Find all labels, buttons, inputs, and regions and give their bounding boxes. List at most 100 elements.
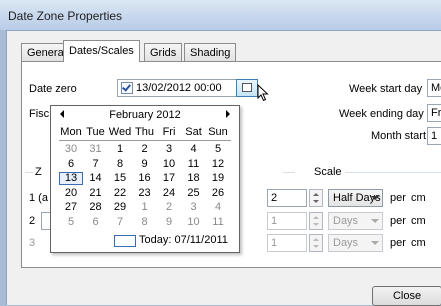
row-2-unit-combo[interactable]: Days [328,212,383,230]
week-start-field[interactable]: Mo [427,79,441,97]
calendar-day[interactable]: 17 [157,172,181,185]
calendar-day[interactable]: 14 [84,172,108,185]
row-1-cm: cm [411,192,426,204]
row-1-spin-field[interactable]: 2 [267,189,307,207]
calendar-day[interactable]: 9 [133,158,157,171]
calendar-day[interactable]: 10 [182,216,206,229]
calendar-day[interactable]: 5 [206,143,230,156]
weekday-label: Thu [135,126,154,138]
calendar-day[interactable]: 13 [59,172,83,185]
row-1-unit-combo[interactable]: Half Days [328,189,383,207]
today-marker [114,235,136,247]
week-end-value: Fri [431,107,441,119]
date-zero-checkbox[interactable] [121,82,133,94]
calendar-dropdown-button[interactable] [236,79,258,97]
row-3-unit-combo[interactable]: Days [328,234,383,252]
calendar-day[interactable]: 21 [84,187,108,200]
row-1-spinner[interactable] [309,189,323,207]
calendar-day[interactable]: 10 [157,158,181,171]
zone-group-label: Z [35,166,42,178]
zone-group-line [25,172,33,173]
calendar-divider [59,140,231,141]
row-3-per: per [390,237,406,249]
calendar-day[interactable]: 25 [182,187,206,200]
row-2-spinner[interactable] [309,212,323,230]
window-title: Date Zone Properties [8,9,123,23]
dropdown-arrow-icon [371,219,379,223]
calendar-day[interactable]: 9 [157,216,181,229]
row-3-spinner[interactable] [309,234,323,252]
spin-down-icon [313,200,319,203]
calendar-day[interactable]: 2 [157,201,181,214]
calendar-day[interactable]: 23 [133,187,157,200]
calendar-day[interactable]: 24 [157,187,181,200]
calendar-day[interactable]: 8 [133,216,157,229]
tab-shading[interactable]: Shading [184,43,237,61]
date-zero-field[interactable]: 13/02/2012 00:00 [117,79,242,97]
calendar-day[interactable]: 3 [182,201,206,214]
today-link[interactable]: Today: 07/11/2011 [139,234,228,246]
calendar-day[interactable]: 16 [133,172,157,185]
calendar-day[interactable]: 1 [108,143,132,156]
scale-group-label: Scale [314,166,342,178]
month-start-value: 1 [431,130,438,142]
tab-grids[interactable]: Grids [144,43,183,61]
calendar-day[interactable]: 22 [108,187,132,200]
dropdown-arrow-icon [371,241,379,245]
date-zero-value: 13/02/2012 00:00 [136,82,222,94]
calendar-day[interactable]: 11 [182,158,206,171]
calendar-day[interactable]: 7 [84,158,108,171]
chevron-right-icon[interactable] [226,110,230,118]
week-start-label: Week start day [349,83,423,95]
fiscal-label: Fisc [29,108,50,120]
scale-group-line-right [345,172,441,173]
calendar-day[interactable]: 11 [206,216,230,229]
calendar-popup: February 2012 Mon Tue Wed Thu Fri Sat Sun 30 31… [50,105,240,253]
calendar-day[interactable]: 3 [157,143,181,156]
calendar-day[interactable]: 18 [182,172,206,185]
tab-dates-scales[interactable]: Dates/Scales [63,40,140,62]
calendar-month-title[interactable]: February 2012 [51,109,239,121]
calendar-day[interactable]: 26 [206,187,230,200]
checkmark-icon [122,82,131,92]
calendar-day[interactable]: 1 [133,201,157,214]
calendar-day[interactable]: 19 [206,172,230,185]
row-3-unit-value: Days [333,237,359,249]
calendar-day[interactable]: 4 [206,201,230,214]
calendar-day[interactable]: 29 [108,201,132,214]
calendar-icon [242,83,252,92]
calendar-day[interactable]: 7 [108,216,132,229]
calendar-day[interactable]: 5 [59,216,83,229]
close-button[interactable]: Close [372,286,441,306]
calendar-day[interactable]: 6 [59,158,83,171]
date-zero-label: Date zero [29,83,77,95]
row-3-spin-field[interactable]: 1 [267,234,307,252]
weekday-label: Fri [162,126,176,138]
row-2-cm: cm [411,215,426,227]
row-2-spin-field[interactable]: 1 [267,212,307,230]
dropdown-arrow-icon [371,196,379,200]
row-2-spin-value: 1 [271,215,278,227]
calendar-day[interactable]: 6 [84,216,108,229]
calendar-day[interactable]: 20 [59,187,83,200]
weekday-label: Mon [60,126,82,138]
calendar-day[interactable]: 27 [59,201,83,214]
spin-up-icon [313,238,319,241]
title-bar[interactable]: Date Zone Properties [0,0,441,30]
month-start-field[interactable]: 1 [427,127,441,145]
calendar-day[interactable]: 4 [182,143,206,156]
row-2-unit-value: Days [333,215,359,227]
calendar-day[interactable]: 2 [133,143,157,156]
spin-up-icon [313,216,319,219]
row-1-per: per [390,192,406,204]
calendar-day[interactable]: 15 [108,172,132,185]
calendar-day[interactable]: 28 [84,201,108,214]
row-3-spin-value: 1 [271,237,278,249]
calendar-day[interactable]: 31 [84,143,108,156]
week-end-field[interactable]: Fri [427,104,441,122]
spin-down-icon [313,245,319,248]
calendar-day[interactable]: 8 [108,158,132,171]
calendar-day[interactable]: 30 [59,143,83,156]
week-end-label: Week ending day [339,108,424,120]
calendar-day[interactable]: 12 [206,158,230,171]
